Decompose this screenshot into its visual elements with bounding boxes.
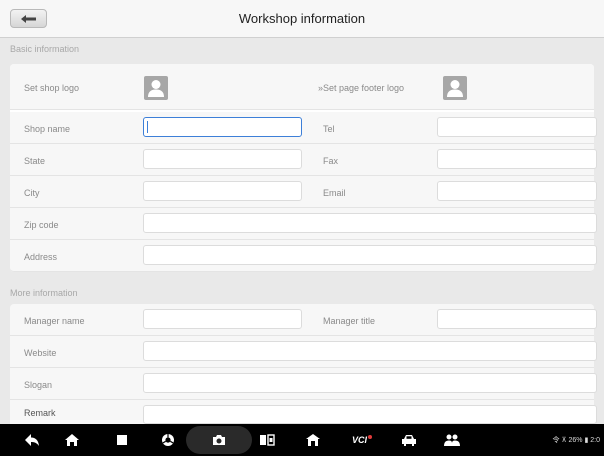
person-icon <box>447 80 463 97</box>
zip-code-label: Zip code <box>24 220 59 230</box>
browser-icon <box>162 434 174 446</box>
page-title: Workshop information <box>238 11 366 26</box>
recent-apps-icon <box>117 435 127 445</box>
manager-name-label: Manager name <box>24 316 85 326</box>
email-label: Email <box>323 188 346 198</box>
recent-apps-button[interactable] <box>110 429 134 451</box>
city-label: City <box>24 188 40 198</box>
remark-input[interactable] <box>143 405 597 424</box>
address-label: Address <box>24 252 58 262</box>
status-indicators: 令 ⊼ 26% ▮ 2:0 <box>552 437 601 444</box>
screen-mirror-button[interactable] <box>255 429 279 451</box>
footer-logo-placeholder[interactable] <box>443 76 467 100</box>
home-nav-button[interactable] <box>60 429 84 451</box>
screenshot-button[interactable] <box>207 429 231 451</box>
title-bar: Workshop information <box>0 0 604 38</box>
workshop-home-icon <box>306 434 320 446</box>
city-input[interactable] <box>143 181 302 201</box>
person-icon <box>148 80 164 97</box>
users-button[interactable] <box>440 429 464 451</box>
vci-icon: VCI <box>351 435 367 445</box>
footer-logo-label: »Set page footer logo <box>318 83 405 93</box>
shop-name-input[interactable] <box>143 117 302 137</box>
screen-mirror-icon <box>260 434 275 446</box>
car-icon <box>402 435 416 446</box>
back-nav-button[interactable] <box>20 429 44 451</box>
website-input[interactable] <box>143 341 597 361</box>
tel-label: Tel <box>323 124 335 134</box>
vci-status-dot <box>368 435 372 439</box>
users-icon <box>444 434 460 446</box>
address-input[interactable] <box>143 245 597 265</box>
back-icon <box>25 434 39 446</box>
fax-label: Fax <box>323 156 339 166</box>
workshop-home-button[interactable] <box>301 429 325 451</box>
navigation-bar: VCI 令 ⊼ 26% ▮ 2:0 <box>0 424 604 456</box>
state-input[interactable] <box>143 149 302 169</box>
manager-title-input[interactable] <box>437 309 597 329</box>
section-more-label: More information <box>10 288 78 298</box>
logo-row <box>10 64 594 110</box>
text-caret <box>147 121 148 133</box>
slogan-label: Slogan <box>24 380 53 390</box>
camera-icon <box>213 435 225 445</box>
vehicle-button[interactable] <box>397 429 421 451</box>
shop-logo-placeholder[interactable] <box>144 76 168 100</box>
zip-code-input[interactable] <box>143 213 597 233</box>
fax-input[interactable] <box>437 149 597 169</box>
section-basic-label: Basic information <box>10 44 80 54</box>
shop-name-label: Shop name <box>24 124 71 134</box>
remark-label: Remark <box>24 408 56 418</box>
tel-input[interactable] <box>437 117 597 137</box>
website-label: Website <box>24 348 57 358</box>
browser-button[interactable] <box>156 429 180 451</box>
manager-name-input[interactable] <box>143 309 302 329</box>
state-label: State <box>24 156 46 166</box>
home-icon <box>65 434 79 446</box>
slogan-input[interactable] <box>143 373 597 393</box>
manager-title-label: Manager title <box>323 316 376 326</box>
shop-logo-label: Set shop logo <box>24 83 80 93</box>
vci-button[interactable]: VCI <box>347 429 377 451</box>
email-input[interactable] <box>437 181 597 201</box>
